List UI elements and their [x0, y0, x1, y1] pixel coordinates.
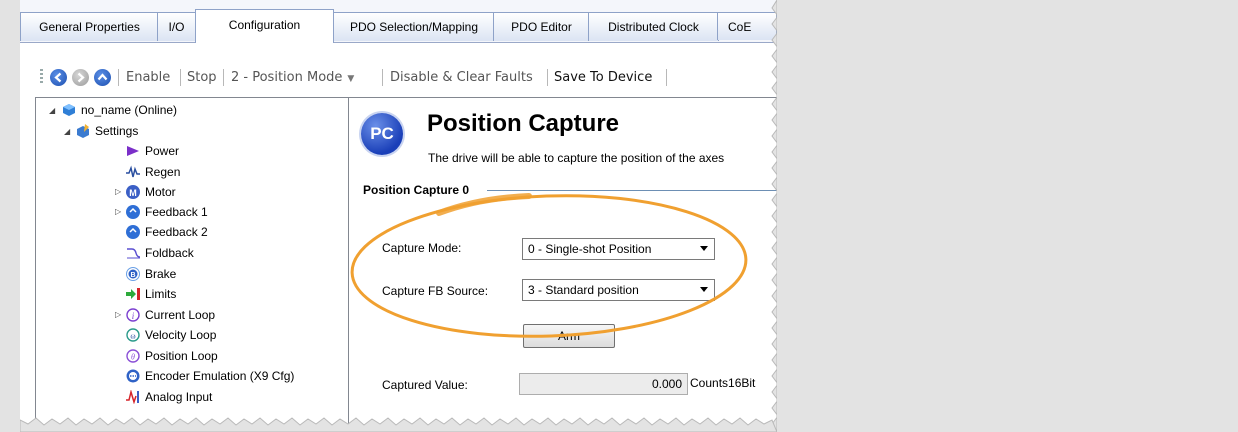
position-capture-panel: PC Position Capture The drive will be ab… — [348, 97, 777, 432]
collapse-triangle-icon[interactable]: ◢ — [49, 106, 55, 115]
tree-item-label: Motor — [145, 185, 176, 199]
highlight-ellipse — [350, 193, 748, 338]
tab-pdo-selection-mapping[interactable]: PDO Selection/Mapping — [333, 12, 495, 41]
toolbar-separator — [223, 69, 224, 86]
tree-item-label: Settings — [95, 124, 139, 138]
toolbar-separator — [666, 69, 667, 86]
tab-pdo-editor[interactable]: PDO Editor — [493, 12, 590, 41]
toolbar-separator — [547, 69, 548, 86]
disable-clear-faults-button[interactable]: Disable & Clear Faults — [390, 70, 533, 85]
up-arrow-icon[interactable] — [94, 69, 111, 86]
tree-item-label: Velocity Loop — [145, 328, 217, 342]
analog-input-icon — [126, 390, 139, 404]
collapse-triangle-icon[interactable]: ◢ — [64, 127, 70, 136]
settings-tree: ◢ no_name (Online) ◢ Settings Power Rege… — [35, 97, 350, 432]
forward-arrow-icon[interactable] — [72, 69, 89, 86]
tree-item-label: Foldback — [145, 246, 194, 260]
tab-coe[interactable]: CoE — [717, 12, 777, 40]
power-arrow-icon — [127, 146, 139, 156]
toolbar-separator — [118, 69, 119, 86]
expand-triangle-icon[interactable]: ▷ — [115, 207, 121, 216]
current-loop-icon: i — [126, 308, 140, 322]
tree-item-label: Encoder Emulation (X9 Cfg) — [145, 369, 295, 383]
stop-button[interactable]: Stop — [187, 70, 217, 85]
expand-triangle-icon[interactable]: ▷ — [115, 310, 121, 319]
motor-icon: M — [126, 185, 140, 199]
feedback-icon — [126, 225, 140, 239]
save-to-device-button[interactable]: Save To Device — [554, 70, 652, 85]
svg-text:M: M — [129, 188, 137, 198]
limits-icon — [126, 288, 140, 300]
svg-text:θ: θ — [131, 353, 135, 362]
tree-item-label: Power — [145, 144, 180, 158]
tree-item-label: Current Loop — [145, 308, 216, 322]
tab-strip: General Properties I/O Configuration PDO… — [20, 0, 777, 43]
enable-button[interactable]: Enable — [126, 70, 170, 85]
tab-io[interactable]: I/O — [157, 12, 196, 41]
drive-configuration-window: General Properties I/O Configuration PDO… — [20, 0, 777, 432]
tab-distributed-clock[interactable]: Distributed Clock — [588, 12, 719, 41]
tree-item-label: Limits — [145, 287, 177, 301]
toolbar-separator — [180, 69, 181, 86]
tab-general-properties[interactable]: General Properties — [20, 12, 159, 41]
device-cube-icon — [63, 104, 75, 116]
back-arrow-icon[interactable] — [50, 69, 67, 86]
toolbar-grip — [40, 69, 43, 85]
settings-box-icon — [77, 124, 89, 138]
svg-text:i: i — [132, 311, 135, 321]
svg-text:ω: ω — [130, 332, 135, 341]
mode-dropdown[interactable]: 2 - Position Mode ▼ — [231, 70, 354, 85]
toolbar: Enable Stop 2 - Position Mode ▼ Disable &… — [40, 63, 777, 91]
toolbar-separator — [382, 69, 383, 86]
tree-item-label: Feedback 1 — [145, 205, 208, 219]
brake-icon: B — [126, 267, 140, 281]
tree-item-label: Regen — [145, 165, 181, 179]
tree-item-label: no_name (Online) — [81, 103, 178, 117]
svg-text:B: B — [130, 272, 135, 279]
tree-item-label: Feedback 2 — [145, 225, 208, 239]
velocity-loop-icon: ω — [126, 328, 140, 342]
regen-wave-icon — [126, 165, 140, 178]
tree-item-label: Position Loop — [145, 349, 218, 363]
position-loop-icon: θ — [126, 349, 140, 363]
encoder-emulation-icon — [126, 369, 140, 383]
feedback-icon — [126, 205, 140, 219]
chevron-down-icon: ▼ — [347, 74, 355, 84]
expand-triangle-icon[interactable]: ▷ — [115, 187, 121, 196]
foldback-icon — [127, 248, 140, 259]
tab-configuration[interactable]: Configuration — [195, 9, 334, 43]
tree-item-label: Analog Input — [145, 390, 213, 404]
tree-item-label: Brake — [145, 267, 177, 281]
mode-dropdown-label: 2 - Position Mode — [231, 70, 343, 85]
